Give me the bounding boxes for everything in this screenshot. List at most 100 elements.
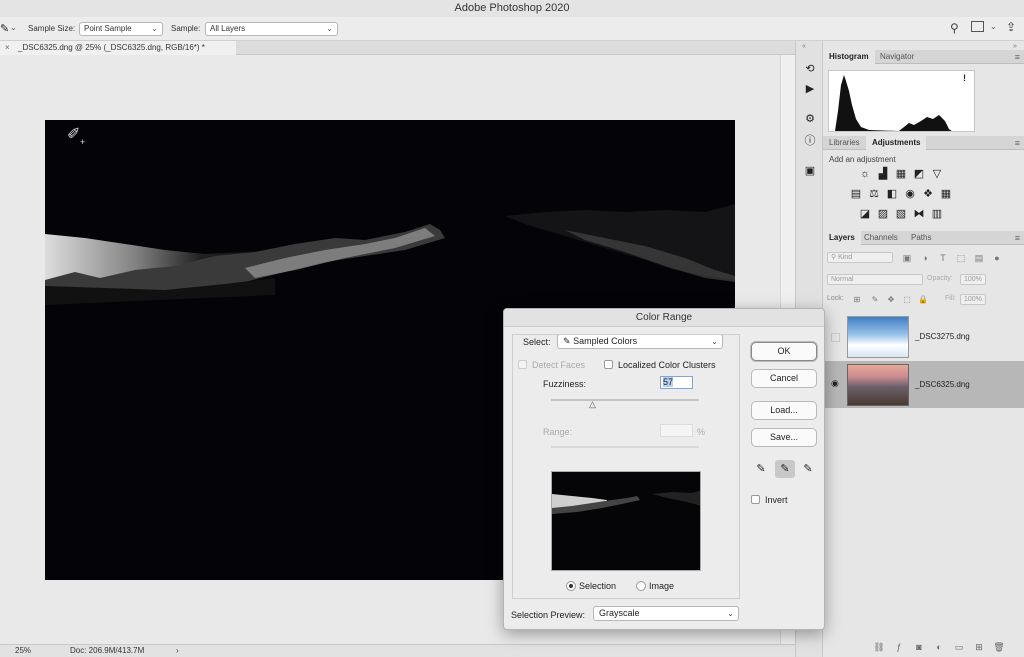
collapse-panels-icon[interactable]: » [1013, 43, 1017, 50]
link-layers-icon[interactable]: ⛓ [873, 641, 885, 653]
document-tab[interactable]: × _DSC6325.dng @ 25% (_DSC6325.dng, RGB/… [0, 41, 236, 55]
layer-name[interactable]: _DSC6325.dng [915, 380, 970, 389]
posterize-icon[interactable]: ▨ [877, 208, 889, 220]
filter-smart-object-icon[interactable]: ▤ [973, 252, 985, 264]
invert-checkbox[interactable] [751, 495, 760, 504]
eyedropper-tool-icon[interactable]: ✎ [0, 22, 9, 35]
sample-size-select[interactable]: Point Sample ⌄ [79, 22, 163, 36]
ok-button[interactable]: OK [751, 342, 817, 361]
lock-all-icon[interactable]: 🔒 [917, 294, 929, 306]
doc-size: Doc: 206.9M/413.7M [70, 646, 145, 655]
levels-icon[interactable]: ▟ [877, 168, 889, 180]
new-adjustment-layer-icon[interactable]: ◐ [933, 641, 945, 653]
brightness-icon[interactable]: ☼ [859, 168, 871, 180]
tab-adjustments[interactable]: Adjustments [866, 136, 927, 150]
tab-paths[interactable]: Paths [905, 231, 937, 245]
eye-icon[interactable]: ◉ [831, 378, 839, 389]
vibrance-icon[interactable]: ▽ [931, 168, 943, 180]
actions-play-icon[interactable]: ▶ [802, 81, 818, 97]
close-icon[interactable]: × [5, 41, 10, 55]
fuzziness-slider-track[interactable] [551, 399, 699, 401]
properties-icon[interactable]: ⚙ [802, 111, 818, 127]
photo-filter-icon[interactable]: ◉ [904, 188, 916, 200]
zoom-level[interactable]: 25% [15, 645, 31, 657]
color-lookup-icon[interactable]: ▦ [940, 188, 952, 200]
workspace-icon[interactable] [971, 21, 984, 32]
gradient-map-icon[interactable]: ▥ [931, 208, 943, 220]
color-balance-icon[interactable]: ⚖ [868, 188, 880, 200]
lock-image-icon[interactable]: ✎ [869, 294, 881, 306]
filter-toggle-icon[interactable]: ● [991, 252, 1003, 264]
opacity-input[interactable]: 100% [960, 274, 986, 285]
fuzziness-input[interactable]: 57 [660, 376, 693, 389]
threshold-icon[interactable]: ▧ [895, 208, 907, 220]
collapse-dock-icon[interactable]: « [802, 43, 806, 50]
info-icon[interactable]: ⓘ [802, 133, 818, 149]
cancel-button[interactable]: Cancel [751, 369, 817, 388]
character-icon[interactable]: ▣ [802, 163, 818, 179]
lock-artboard-icon[interactable]: ⬚ [901, 294, 913, 306]
new-layer-icon[interactable]: ⊞ [973, 641, 985, 653]
tab-layers[interactable]: Layers [823, 231, 861, 245]
layer-row[interactable]: _DSC3275.dng [823, 313, 1024, 360]
detect-faces-label: Detect Faces [532, 360, 586, 370]
exposure-icon[interactable]: ◩ [913, 168, 925, 180]
black-white-icon[interactable]: ◧ [886, 188, 898, 200]
image-radio[interactable] [636, 581, 646, 591]
eyedropper-plus-cursor-icon: ✐ [67, 126, 81, 143]
detect-faces-checkbox[interactable] [518, 360, 527, 369]
workspace-chevron-icon[interactable]: ⌄ [990, 22, 997, 31]
share-icon[interactable]: ⇪ [1006, 20, 1016, 34]
layer-row-selected[interactable]: ◉ _DSC6325.dng [823, 361, 1024, 408]
tab-navigator[interactable]: Navigator [874, 50, 920, 64]
new-group-icon[interactable]: ▭ [953, 641, 965, 653]
blend-mode-value: Normal [831, 276, 854, 283]
layer-thumbnail [847, 364, 909, 406]
range-input[interactable] [660, 424, 693, 437]
save-button[interactable]: Save... [751, 428, 817, 447]
tab-channels[interactable]: Channels [858, 231, 904, 245]
add-mask-icon[interactable]: ◙ [913, 641, 925, 653]
layer-kind-filter[interactable]: ⚲ Kind [827, 252, 893, 263]
panel-menu-icon[interactable]: ≡ [1015, 136, 1020, 150]
history-icon[interactable]: ⟲ [802, 61, 818, 77]
selection-preview-thumbnail[interactable] [551, 471, 701, 571]
channel-mixer-icon[interactable]: ❖ [922, 188, 934, 200]
adjustments-panel-tabs: Libraries Adjustments ≡ [823, 136, 1024, 150]
layer-style-icon[interactable]: ƒ [893, 641, 905, 653]
lock-position-icon[interactable]: ✥ [885, 294, 897, 306]
fill-input[interactable]: 100% [960, 294, 986, 305]
delete-layer-icon[interactable]: 🗑 [993, 641, 1005, 653]
sample-select[interactable]: All Layers ⌄ [205, 22, 338, 36]
warning-icon[interactable]: ! [963, 73, 966, 83]
blend-mode-select[interactable]: Normal [827, 274, 923, 285]
hue-saturation-icon[interactable]: ▤ [850, 188, 862, 200]
fuzziness-slider-handle[interactable]: △ [589, 399, 596, 410]
panel-menu-icon[interactable]: ≡ [1015, 50, 1020, 64]
filter-adjustment-icon[interactable]: ◑ [919, 252, 931, 264]
status-menu-arrow-icon[interactable]: › [176, 645, 179, 657]
tab-histogram[interactable]: Histogram [823, 50, 875, 64]
selection-radio[interactable] [566, 581, 576, 591]
panel-menu-icon[interactable]: ≡ [1015, 231, 1020, 245]
filter-type-icon[interactable]: T [937, 252, 949, 264]
selection-preview-select[interactable]: Grayscale ⌄ [593, 606, 739, 621]
eyedropper-add-icon[interactable]: ✎ [775, 460, 795, 478]
selective-color-icon[interactable]: ⧓ [913, 208, 925, 220]
eyedropper-icon[interactable]: ✎ [751, 460, 771, 478]
layer-name[interactable]: _DSC3275.dng [915, 332, 970, 341]
lock-transparent-icon[interactable]: ⊞ [851, 294, 863, 306]
curves-icon[interactable]: ▦ [895, 168, 907, 180]
tool-preset-chevron-icon[interactable]: ⌄ [10, 23, 17, 32]
search-icon[interactable]: ⚲ [950, 21, 959, 35]
load-button[interactable]: Load... [751, 401, 817, 420]
eyedropper-subtract-icon[interactable]: ✎ [798, 460, 818, 478]
chevron-down-icon: ⌄ [151, 24, 158, 33]
localized-clusters-checkbox[interactable] [604, 360, 613, 369]
visibility-toggle[interactable] [831, 333, 840, 342]
invert-icon[interactable]: ◪ [859, 208, 871, 220]
filter-pixel-icon[interactable]: ▣ [901, 252, 913, 264]
tab-libraries[interactable]: Libraries [823, 136, 866, 150]
filter-shape-icon[interactable]: ⬚ [955, 252, 967, 264]
range-slider-track[interactable] [551, 446, 699, 448]
